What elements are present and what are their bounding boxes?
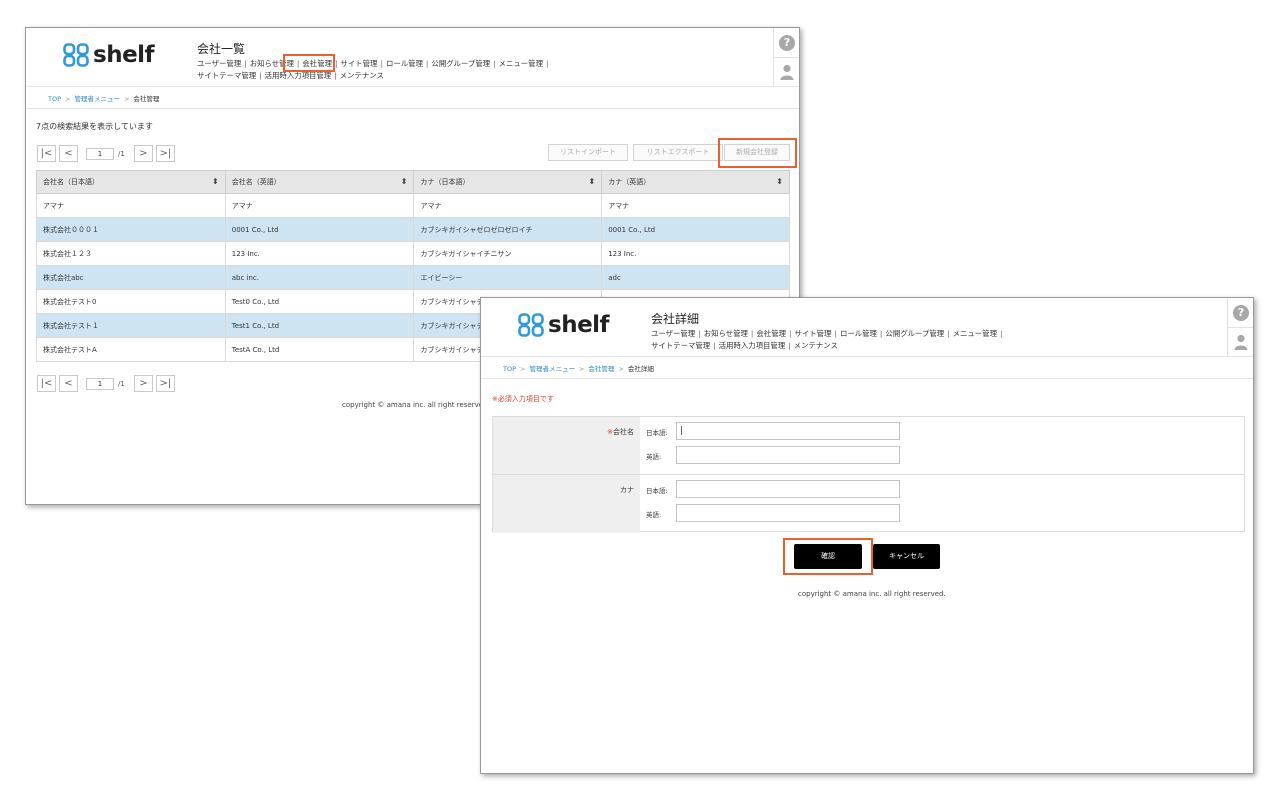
page-number-input[interactable]: 1 [86,147,114,160]
question-circle-icon[interactable]: ? [779,35,795,51]
highlight-nav-company [283,54,335,72]
highlight-new-company-button [718,138,797,168]
header: shelf 会社一覧 ユーザー管理 | お知らせ管理 | 会社管理 | サイト管理 | ロール管… [26,28,799,86]
kana-en-input[interactable] [676,504,900,522]
breadcrumb-current: 会社詳細 [627,365,654,373]
japanese-sub-label: 日本語: [646,487,668,495]
cancel-button[interactable]: キャンセル [873,544,940,569]
user-silhouette-icon [1234,334,1248,350]
shelf-logo-icon [63,43,89,67]
nav-site[interactable]: サイト管理 [340,59,377,68]
copyright-text: copyright © amana inc. all right reserve… [342,401,490,409]
english-sub-label: 英語: [646,453,662,461]
breadcrumb-admin-menu[interactable]: 管理者メニュー [529,365,575,373]
next-page-button[interactable]: > [133,145,153,162]
page-number-input[interactable]: 1 [86,377,114,390]
copyright-text: copyright © amana inc. all right reserve… [798,590,946,598]
nav-maintenance[interactable]: メンテナンス [794,341,838,350]
english-sub-label: 英語: [646,511,662,519]
header: shelf 会社詳細 ユーザー管理 | お知らせ管理 | 会社管理 | サイト管理 | ロール管… [481,298,1253,356]
nav-site[interactable]: サイト管理 [794,329,831,338]
user-menu[interactable] [774,57,799,86]
required-note: ※必須入力項目です [492,395,554,403]
col-header-kana-ja[interactable]: カナ（日本語） ⬍ [413,170,603,194]
col-header-name-ja[interactable]: 会社名（日本語） ⬍ [36,170,226,194]
first-page-button[interactable]: |< [37,375,56,392]
breadcrumb-top[interactable]: TOP [503,365,516,373]
list-export-button[interactable]: リストエクスポート [633,144,723,161]
logo-text: shelf [93,42,155,68]
nav-site-theme[interactable]: サイトテーマ管理 [197,71,256,80]
nav-maintenance[interactable]: メンテナンス [340,71,384,80]
pager-top: |< < 1 /1 > >| [37,145,178,162]
nav-public-group[interactable]: 公開グループ管理 [431,59,490,68]
main-nav: ユーザー管理 | お知らせ管理 | 会社管理 | サイト管理 | ロール管理 | 公開グループ管理 |… [651,329,1003,350]
sort-updown-icon[interactable]: ⬍ [401,177,408,186]
breadcrumb: TOP > 管理者メニュー > 会社管理 [48,95,160,103]
col-header-kana-en[interactable]: カナ（英語） ⬍ [601,170,790,194]
table-row[interactable]: 株式会社０００１ 0001 Co., Ltd カブシキガイシャゼロゼロゼロイチ 000… [36,217,790,242]
question-circle-icon[interactable]: ? [1233,305,1249,321]
sort-updown-icon[interactable]: ⬍ [589,177,596,186]
nav-user[interactable]: ユーザー管理 [197,59,241,68]
result-count-text: 7点の検索結果を表示しています [36,122,153,131]
nav-menu[interactable]: メニュー管理 [953,329,997,338]
user-silhouette-icon [780,64,794,80]
sort-updown-icon[interactable]: ⬍ [776,177,783,186]
kana-label: カナ [493,475,640,533]
kana-ja-input[interactable] [676,480,900,498]
sort-updown-icon[interactable]: ⬍ [212,177,219,186]
highlight-confirm-button [783,538,873,575]
page-total: /1 [118,149,125,158]
page-title: 会社詳細 [651,312,700,326]
breadcrumb-current: 会社管理 [133,95,160,103]
logo-text: shelf [548,312,610,338]
next-page-button[interactable]: > [133,375,153,392]
nav-role[interactable]: ロール管理 [840,329,877,338]
breadcrumb-top[interactable]: TOP [48,95,61,103]
table-row[interactable]: 株式会社１２３ 123 Inc. カブシキガイシャイチニサン 123 Inc. [36,241,790,266]
logo[interactable]: shelf [518,312,610,338]
table-row[interactable]: 株式会社abc abc inc. エイビーシー adc [36,265,790,290]
nav-usage-fields[interactable]: 活用時入力項目管理 [719,341,786,350]
list-import-button[interactable]: リストインポート [548,144,628,161]
nav-notice[interactable]: お知らせ管理 [704,329,748,338]
breadcrumb: TOP > 管理者メニュー > 会社管理 > 会社詳細 [503,365,654,373]
user-menu[interactable] [1228,327,1253,356]
shelf-logo-icon [518,313,544,337]
table-row[interactable]: アマナ アマナ アマナ アマナ [36,193,790,218]
pager-bottom: |< < 1 /1 > >| [37,375,178,392]
prev-page-button[interactable]: < [59,145,78,162]
company-name-label: ※会社名 [493,417,640,474]
nav-role[interactable]: ロール管理 [386,59,423,68]
col-header-name-en[interactable]: 会社名（英語） ⬍ [224,170,415,194]
logo[interactable]: shelf [63,42,155,68]
nav-usage-fields[interactable]: 活用時入力項目管理 [265,71,332,80]
company-name-en-input[interactable] [676,446,900,464]
form-row-kana: カナ 日本語: 英語: [493,475,1244,533]
prev-page-button[interactable]: < [59,375,78,392]
form-row-company-name: ※会社名 日本語: | 英語: [493,417,1244,475]
nav-user[interactable]: ユーザー管理 [651,329,695,338]
last-page-button[interactable]: >| [155,145,175,162]
main-nav: ユーザー管理 | お知らせ管理 | 会社管理 | サイト管理 | ロール管理 | 公開グループ管理 |… [197,59,549,80]
nav-public-group[interactable]: 公開グループ管理 [885,329,944,338]
breadcrumb-admin-menu[interactable]: 管理者メニュー [74,95,120,103]
japanese-sub-label: 日本語: [646,429,668,437]
breadcrumb-company[interactable]: 会社管理 [588,365,614,373]
page-title: 会社一覧 [197,42,246,56]
company-form: ※会社名 日本語: | 英語: カナ 日本語: 英語: [492,416,1245,533]
nav-company[interactable]: 会社管理 [756,329,786,338]
table-header-row: 会社名（日本語） ⬍ 会社名（英語） ⬍ カナ（日本語） ⬍ カナ（英語） ⬍ [36,170,790,194]
header-side-icons: ? [773,28,799,86]
company-detail-window: shelf 会社詳細 ユーザー管理 | お知らせ管理 | 会社管理 | サイト管理 | ロール管… [480,297,1254,774]
last-page-button[interactable]: >| [155,375,175,392]
nav-site-theme[interactable]: サイトテーマ管理 [651,341,710,350]
nav-menu[interactable]: メニュー管理 [499,59,543,68]
first-page-button[interactable]: |< [37,145,56,162]
company-name-ja-input[interactable]: | [676,422,900,440]
page-total: /1 [118,379,125,388]
header-side-icons: ? [1227,298,1253,356]
